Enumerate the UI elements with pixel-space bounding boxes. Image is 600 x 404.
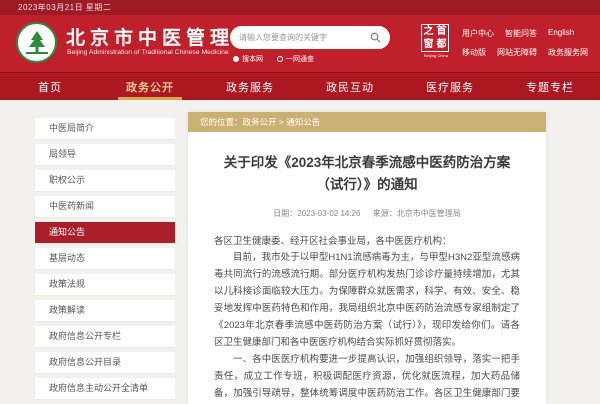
tree-emblem-icon <box>22 28 52 58</box>
sidebar-item[interactable]: 政府信息公开目录 <box>35 352 175 373</box>
sidebar-item[interactable]: 政策法规 <box>35 274 175 295</box>
sidebar-item[interactable]: 局领导 <box>35 144 175 165</box>
article-paragraph: 各区卫生健康委、经开区社会事业局，各中医医疗机构： <box>214 234 520 251</box>
nav-tab[interactable]: 政务公开 <box>100 73 200 100</box>
sidebar-item[interactable]: 中医药新闻 <box>35 196 175 217</box>
header-link[interactable]: 智能问答 <box>505 28 537 39</box>
header-link[interactable]: 用户中心 <box>462 28 494 39</box>
content-area: 中医局简介局领导职权公示中医药新闻通知公告基层动态政策法规政策解读政府信息公开专… <box>0 100 600 404</box>
seal-char: 窗 <box>422 38 435 51</box>
sidebar-item[interactable]: 政府信息主动公开全清单 <box>35 378 175 399</box>
main-panel: 您的位置：政务公开 > 通知公告 关于印发《2023年北京春季流感中医药防治方案… <box>188 112 546 404</box>
header-link[interactable]: 网站无障碍 <box>497 47 537 58</box>
search-scope-radio[interactable]: 一网通查 <box>277 54 314 64</box>
breadcrumb: 您的位置：政务公开 > 通知公告 <box>188 112 546 132</box>
header-link[interactable]: 移动版 <box>462 47 486 58</box>
tcm-bureau-logo <box>16 22 57 63</box>
article-title: 关于印发《2023年北京春季流感中医药防治方案（试行）》的通知 <box>214 152 520 197</box>
article-body: 各区卫生健康委、经开区社会事业局，各中医医疗机构：目前，我市处于以甲型H1N1流… <box>214 234 520 404</box>
article-meta: 日期：2023-03-02 14:26 来源：北京市中医管理局 <box>214 208 520 219</box>
header-links: 用户中心智能问答 English 移动版网站无障碍政务服务网 <box>462 28 588 66</box>
article-paragraph: 一、各中医医疗机构要进一步提高认识，加强组织领导，落实一把手责任，成立工作专班，… <box>214 352 520 404</box>
search-scope-radio[interactable]: 搜本网 <box>233 54 263 64</box>
seal-characters: 之首窗都 <box>421 24 449 52</box>
radio-icon[interactable] <box>233 56 239 62</box>
sidebar-item[interactable]: 中医局简介 <box>35 118 175 139</box>
search-scope-options: 搜本网 一网通查 <box>233 54 314 64</box>
sidebar-item[interactable]: 通知公告 <box>35 222 175 243</box>
sidebar-item[interactable]: 政策解读 <box>35 300 175 321</box>
main-nav: 首页政务公开政务服务政民互动医疗服务专题专栏 <box>0 72 600 100</box>
utility-bar: 2023年03月21日 星期二 <box>0 0 600 15</box>
current-date: 2023年03月21日 星期二 <box>18 3 111 12</box>
radio-icon[interactable] <box>277 56 283 62</box>
nav-tab[interactable]: 政民互动 <box>300 73 400 100</box>
nav-tab[interactable]: 医疗服务 <box>400 73 500 100</box>
capital-window-seal[interactable]: 之首窗都 Beijing China <box>421 24 451 58</box>
nav-tab[interactable]: 首页 <box>0 73 100 100</box>
seal-char: 之 <box>422 25 435 38</box>
search-box[interactable] <box>230 26 390 49</box>
sidebar-item[interactable]: 政府信息公开专栏 <box>35 326 175 347</box>
site-title-english: Beijing Administration of Traditional Ch… <box>67 49 229 56</box>
sidebar-menu: 中医局简介局领导职权公示中医药新闻通知公告基层动态政策法规政策解读政府信息公开专… <box>35 118 175 404</box>
search-input[interactable] <box>239 33 370 42</box>
nav-tab[interactable]: 政务服务 <box>200 73 300 100</box>
seal-caption: Beijing China <box>423 53 450 58</box>
article-date: 日期：2023-03-02 14:26 <box>273 209 360 218</box>
nav-tab[interactable]: 专题专栏 <box>500 73 600 100</box>
search-scope-label: 搜本网 <box>242 54 263 64</box>
site-header: 北京市中医管理局 Beijing Administration of Tradi… <box>0 15 600 72</box>
article-source: 来源：北京市中医管理局 <box>373 209 461 218</box>
sidebar-item[interactable]: 基层动态 <box>35 248 175 269</box>
search-scope-label: 一网通查 <box>286 54 314 64</box>
header-link[interactable]: English <box>548 28 574 39</box>
sidebar-item[interactable]: 职权公示 <box>35 170 175 191</box>
header-link[interactable]: 政务服务网 <box>548 47 588 58</box>
article-paragraph: 目前，我市处于以甲型H1N1流感病毒为主，与甲型H3N2亚型流感病毒共同流行的流… <box>214 250 520 351</box>
seal-char: 首 <box>435 25 448 38</box>
seal-char: 都 <box>435 38 448 51</box>
search-icon[interactable] <box>370 32 381 43</box>
article: 关于印发《2023年北京春季流感中医药防治方案（试行）》的通知 日期：2023-… <box>188 132 546 404</box>
